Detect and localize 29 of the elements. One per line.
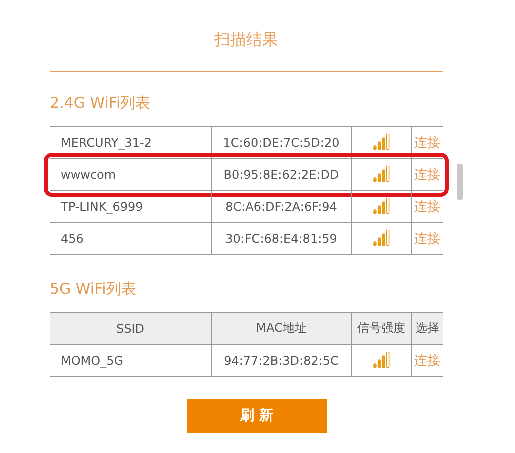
- section-heading: 5G WiFi列表: [50, 279, 138, 300]
- ssid-cell: wwwcom: [50, 159, 212, 191]
- signal-icon: [372, 352, 390, 369]
- ssid-cell: 456: [50, 223, 212, 255]
- mac-cell: 30:FC:68:E4:81:59: [212, 223, 352, 255]
- signal-icon: [372, 198, 390, 215]
- column-header: 信号强度: [352, 313, 412, 345]
- signal-icon: [372, 166, 390, 183]
- signal-icon: [372, 134, 390, 151]
- connect-link[interactable]: 连接: [414, 198, 440, 216]
- scrollbar[interactable]: [457, 164, 463, 200]
- section-heading: 2.4G WiFi列表: [50, 93, 152, 114]
- refresh-button[interactable]: 刷 新: [187, 399, 327, 433]
- page-title: 扫描结果: [214, 29, 280, 51]
- mac-cell: 94:77:2B:3D:82:5C: [212, 345, 352, 377]
- column-header: 选择: [412, 313, 443, 345]
- column-header: SSID: [50, 313, 212, 345]
- column-header: MAC地址: [212, 313, 352, 345]
- signal-icon: [372, 230, 390, 247]
- mac-cell: 1C:60:DE:7C:5D:20: [212, 127, 352, 159]
- ssid-cell: MERCURY_31-2: [50, 127, 212, 159]
- connect-link[interactable]: 连接: [414, 352, 440, 370]
- mac-cell: B0:95:8E:62:2E:DD: [212, 159, 352, 191]
- ssid-cell: TP-LINK_6999: [50, 191, 212, 223]
- connect-link[interactable]: 连接: [414, 166, 440, 184]
- connect-link[interactable]: 连接: [414, 134, 440, 152]
- connect-link[interactable]: 连接: [414, 230, 440, 248]
- ssid-cell: MOMO_5G: [50, 345, 212, 377]
- mac-cell: 8C:A6:DF:2A:6F:94: [212, 191, 352, 223]
